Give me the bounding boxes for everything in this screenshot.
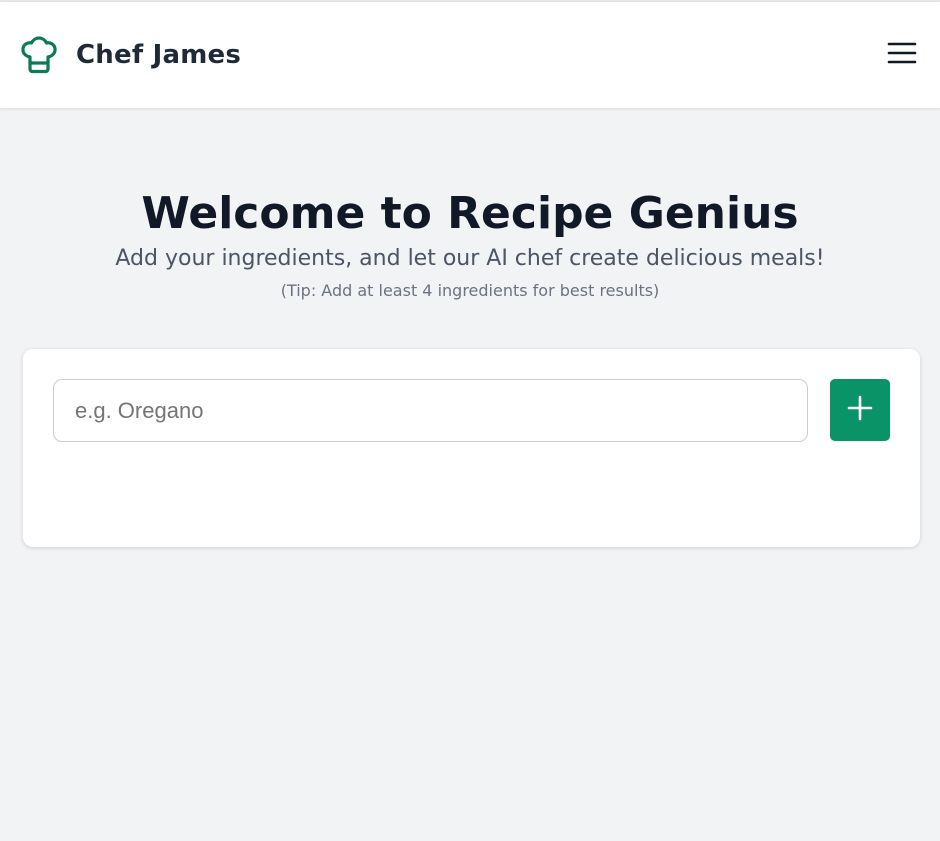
app-header: Chef James bbox=[0, 2, 940, 108]
add-ingredient-button[interactable] bbox=[830, 379, 890, 441]
ingredient-input[interactable] bbox=[53, 379, 808, 442]
hamburger-menu-icon bbox=[887, 41, 917, 69]
menu-button[interactable] bbox=[886, 39, 918, 71]
tip-text: (Tip: Add at least 4 ingredients for bes… bbox=[280, 281, 660, 300]
plus-icon bbox=[847, 395, 873, 425]
hero-section: Welcome to Recipe Genius Add your ingred… bbox=[0, 108, 940, 300]
page-title: Welcome to Recipe Genius bbox=[141, 188, 799, 239]
brand-name: Chef James bbox=[76, 40, 242, 70]
brand[interactable]: Chef James bbox=[19, 35, 241, 75]
page-subtitle: Add your ingredients, and let our AI che… bbox=[115, 246, 825, 271]
chef-hat-icon bbox=[19, 35, 59, 75]
ingredient-card bbox=[23, 349, 920, 547]
